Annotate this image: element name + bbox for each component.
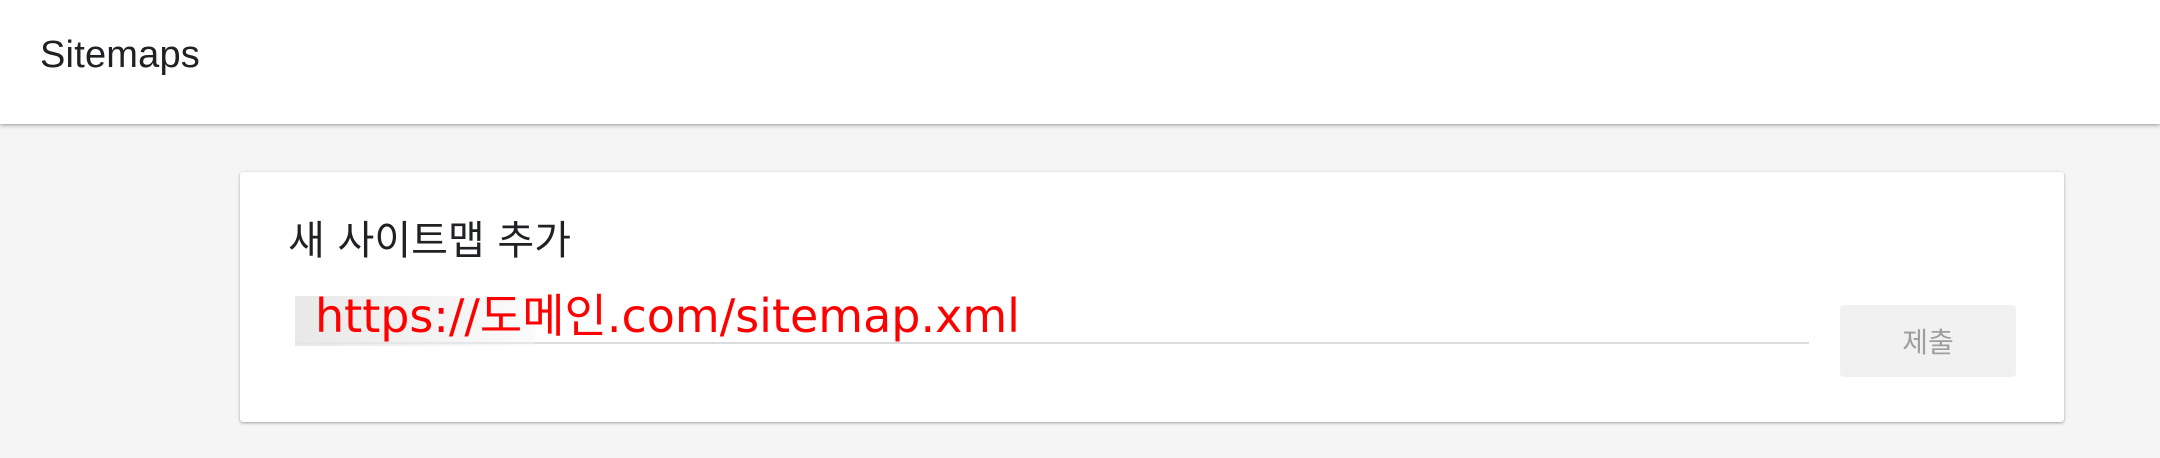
submit-button[interactable]: 제출 [1840,305,2016,377]
top-app-bar: Sitemaps [0,0,2160,124]
add-sitemap-title: 새 사이트맵 추가 [288,218,572,264]
add-sitemap-card: 새 사이트맵 추가 제출 [240,172,2064,422]
sitemap-url-field[interactable] [295,284,1809,346]
page-title: Sitemaps [40,34,201,76]
sitemap-url-input[interactable] [295,284,1809,342]
